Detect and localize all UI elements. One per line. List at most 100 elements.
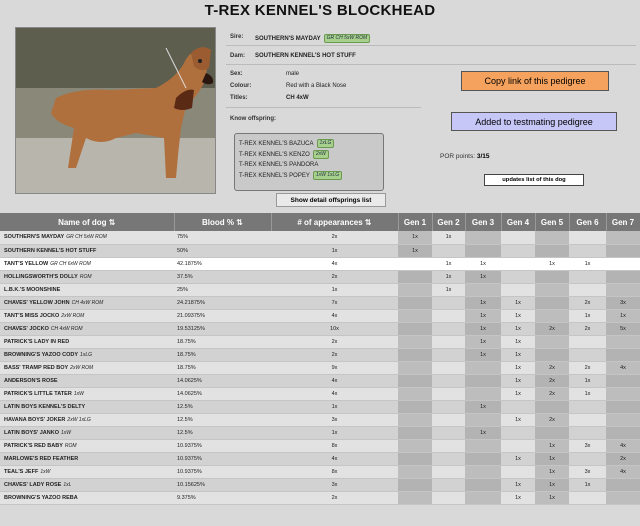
dog-name-cell[interactable]: PATRICK'S LITTLE TATER 1xW	[0, 387, 174, 402]
dog-name-cell[interactable]: TANT'S MISS JOCKO 2xW ROM	[0, 309, 174, 323]
dog-name[interactable]: LATIN BOYS' JANKO	[4, 430, 59, 436]
gen-cell: 2x	[606, 452, 640, 467]
copy-link-button[interactable]: Copy link of this pedigree	[461, 71, 609, 91]
offspring-item[interactable]: T-REX KENNEL'S PANDORA	[239, 160, 379, 171]
dog-title-tag: 1xLG	[80, 351, 92, 358]
gen-cell: 3x	[606, 296, 640, 310]
dog-name[interactable]: CHAVES' LADY ROSE	[4, 482, 61, 488]
gen-cell	[535, 270, 569, 284]
dog-name-cell[interactable]: LATIN BOYS' JANKO 1xW	[0, 426, 174, 441]
dog-name-cell[interactable]: BASS' TRAMP RED BOY 2xW ROM	[0, 361, 174, 376]
dog-title-tag: ROM	[79, 273, 92, 280]
dam-name[interactable]: SOUTHERN KENNEL'S HOT STUFF	[255, 53, 356, 59]
offspring-name[interactable]: T-REX KENNEL'S KENZO	[239, 152, 310, 158]
gen-cell: 1x	[432, 283, 465, 297]
dog-name[interactable]: MARLOWE'S RED FEATHER	[4, 456, 78, 462]
dog-name[interactable]: LATIN BOYS KENNEL'S DELTY	[4, 404, 85, 410]
gen-cell: 2x	[535, 413, 569, 428]
dog-name-cell[interactable]: SOUTHERN KENNEL'S HOT STUFF	[0, 244, 174, 258]
blood-cell: 42.1875%	[174, 257, 271, 271]
blood-cell: 37.5%	[174, 270, 271, 284]
dog-name-cell[interactable]: BROWNING'S YAZOO REBA	[0, 491, 174, 506]
gen-6-header: Gen 6	[569, 213, 607, 231]
gen-cell	[606, 348, 640, 362]
offspring-item[interactable]: T-REX KENNEL'S KENZO 2xW	[239, 149, 379, 161]
gen-cell	[432, 413, 465, 428]
dog-name-cell[interactable]: HOLLINGSWORTH'S DOLLY ROM	[0, 270, 174, 284]
sort-name-header[interactable]: Name of dog ⇅	[0, 213, 175, 231]
gen-cell: 1x	[501, 348, 535, 362]
gen-cell: 1x	[501, 387, 535, 402]
dog-name[interactable]: HOLLINGSWORTH'S DOLLY	[4, 274, 78, 280]
gen-cell: 1x	[569, 478, 606, 493]
dog-name-cell[interactable]: ANDERSON'S ROSE	[0, 374, 174, 389]
dog-name-cell[interactable]: PATRICK'S LADY IN RED	[0, 335, 174, 349]
updates-list-button[interactable]: updates list of this dog	[484, 174, 584, 186]
dog-name-cell[interactable]: MARLOWE'S RED FEATHER	[0, 452, 174, 467]
gen-cell	[398, 296, 432, 310]
dog-name-cell[interactable]: SOUTHERN'S MAYDAY GR CH 5xW ROM	[0, 231, 174, 245]
gen-cell: 2x	[535, 361, 569, 376]
dog-name[interactable]: TANT'S MISS JOCKO	[4, 313, 59, 319]
blood-cell: 21.09375%	[174, 309, 271, 323]
add-testmating-button[interactable]: Added to testmating pedigree	[451, 112, 617, 131]
gen-cell	[398, 348, 432, 362]
dog-name[interactable]: CHAVES' YELLOW JOHN	[4, 300, 70, 306]
gen-cell	[606, 413, 640, 428]
dog-name-cell[interactable]: PATRICK'S RED BABY ROM	[0, 439, 174, 454]
offspring-item[interactable]: T-REX KENNEL'S BAZUCA 1xLG	[239, 139, 379, 150]
offspring-item[interactable]: T-REX KENNEL'S POPEY 1xW 1xLG	[239, 170, 379, 182]
dog-name[interactable]: HAVANA BOYS' JOKER	[4, 417, 65, 423]
dog-name-cell[interactable]: BROWNING'S YAZOO CODY 1xLG	[0, 348, 174, 362]
gen-cell: 1x	[465, 309, 501, 323]
titles-label: Titles:	[230, 95, 248, 101]
dog-name[interactable]: BROWNING'S YAZOO REBA	[4, 495, 78, 501]
gen-cell	[535, 426, 569, 441]
dog-name[interactable]: PATRICK'S RED BABY	[4, 443, 63, 449]
gen-cell: 3x	[569, 465, 606, 480]
sort-appearances-header[interactable]: # of appearances ⇅	[271, 213, 399, 231]
dog-name[interactable]: SOUTHERN KENNEL'S HOT STUFF	[4, 248, 96, 254]
offspring-name[interactable]: T-REX KENNEL'S BAZUCA	[239, 141, 314, 147]
table-row: LATIN BOYS' JANKO 1xW 12.5% 1x 1x	[0, 426, 640, 441]
gen-cell: 1x	[465, 348, 501, 362]
gen-cell	[501, 231, 535, 245]
dog-name-cell[interactable]: LATIN BOYS KENNEL'S DELTY	[0, 400, 174, 415]
dam-value[interactable]: SOUTHERN KENNEL'S HOT STUFF	[255, 53, 356, 59]
gen-1-header: Gen 1	[398, 213, 433, 231]
blood-cell: 9.375%	[174, 491, 271, 506]
dog-name[interactable]: PATRICK'S LADY IN RED	[4, 339, 69, 345]
gen-5-header: Gen 5	[535, 213, 570, 231]
sort-blood-header[interactable]: Blood % ⇅	[174, 213, 272, 231]
gen-cell	[398, 270, 432, 284]
dog-name-cell[interactable]: L.B.K.'S MOONSHINE	[0, 283, 174, 297]
dog-name[interactable]: CHAVES' JOCKO	[4, 326, 49, 332]
dog-name-cell[interactable]: TEAL'S JEFF 1xW	[0, 465, 174, 480]
sire-value[interactable]: SOUTHERN'S MAYDAY GR CH 5xW ROM	[255, 34, 371, 43]
dog-name[interactable]: BASS' TRAMP RED BOY	[4, 365, 68, 371]
appearances-cell: 8x	[271, 439, 398, 454]
dog-name-cell[interactable]: CHAVES' YELLOW JOHN CH 4xW ROM	[0, 296, 174, 310]
dog-name[interactable]: BROWNING'S YAZOO CODY	[4, 352, 78, 358]
sire-name[interactable]: SOUTHERN'S MAYDAY	[255, 36, 321, 42]
dog-name-cell[interactable]: HAVANA BOYS' JOKER 2xW 1xLG	[0, 413, 174, 428]
offspring-name[interactable]: T-REX KENNEL'S PANDORA	[239, 162, 318, 168]
gen-cell	[465, 491, 501, 506]
offspring-name[interactable]: T-REX KENNEL'S POPEY	[239, 173, 310, 179]
gen-cell: 1x	[535, 478, 569, 493]
show-offsprings-button[interactable]: Show detail offsprings list	[276, 193, 386, 207]
dog-name[interactable]: L.B.K.'S MOONSHINE	[4, 287, 60, 293]
dog-name-cell[interactable]: CHAVES' JOCKO CH 4xW ROM	[0, 322, 174, 336]
blood-cell: 50%	[174, 244, 271, 258]
dog-name-cell[interactable]: TANT'S YELLOW GR CH 6xW ROM	[0, 257, 174, 271]
dog-title-tag: ROM	[64, 443, 77, 450]
dog-name[interactable]: PATRICK'S LITTLE TATER	[4, 391, 72, 397]
dog-name[interactable]: ANDERSON'S ROSE	[4, 378, 58, 384]
appearances-cell: 10x	[271, 322, 398, 336]
dog-name[interactable]: TEAL'S JEFF	[4, 469, 38, 475]
gen-cell	[501, 270, 535, 284]
dog-name[interactable]: TANT'S YELLOW	[4, 261, 48, 267]
gen-cell: 1x	[465, 270, 501, 284]
dog-name-cell[interactable]: CHAVES' LADY ROSE 1xL	[0, 478, 174, 493]
dog-name[interactable]: SOUTHERN'S MAYDAY	[4, 234, 64, 240]
